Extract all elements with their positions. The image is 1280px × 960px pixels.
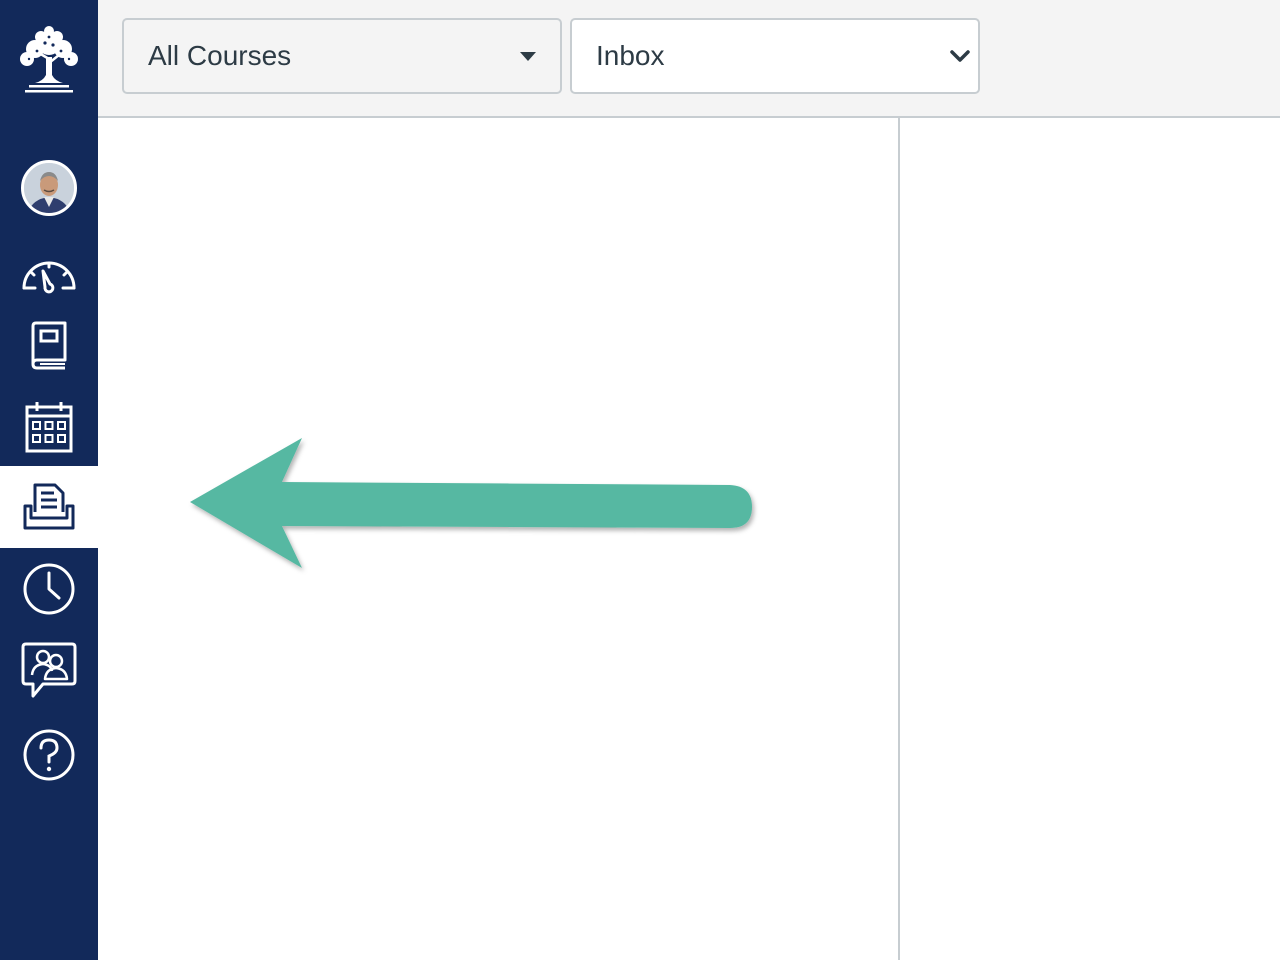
tree-seal-logo-icon bbox=[20, 26, 78, 93]
calendar-icon bbox=[25, 402, 73, 453]
course-filter-value: All Courses bbox=[148, 40, 292, 71]
mailbox-filter-value: Inbox bbox=[596, 40, 665, 71]
nav-commons[interactable] bbox=[0, 630, 98, 712]
institution-logo[interactable] bbox=[0, 0, 98, 118]
speedometer-icon bbox=[22, 261, 76, 294]
mailbox-filter-select[interactable]: Inbox bbox=[570, 18, 980, 94]
nav-dashboard[interactable] bbox=[0, 233, 98, 315]
conversations-filter-bar: All Courses Inbox bbox=[98, 0, 1280, 118]
inbox-tray-icon bbox=[23, 483, 75, 530]
nav-help[interactable] bbox=[0, 714, 98, 796]
left-arrow-callout-icon bbox=[190, 438, 752, 568]
book-icon bbox=[31, 321, 67, 370]
nav-history[interactable] bbox=[0, 548, 98, 630]
nav-inbox[interactable] bbox=[0, 466, 98, 548]
user-avatar bbox=[21, 160, 77, 216]
nav-calendar[interactable] bbox=[0, 386, 98, 468]
global-navigation bbox=[0, 0, 98, 960]
nav-courses[interactable] bbox=[0, 305, 98, 387]
dropdown-caret-icon bbox=[520, 51, 536, 61]
message-detail-pane bbox=[900, 118, 1280, 960]
people-chat-icon bbox=[21, 642, 77, 698]
course-filter-select[interactable]: All Courses bbox=[122, 18, 562, 94]
nav-account[interactable] bbox=[0, 147, 98, 229]
question-circle-icon bbox=[23, 729, 75, 781]
clock-icon bbox=[23, 563, 75, 615]
chevron-down-icon bbox=[950, 50, 970, 62]
